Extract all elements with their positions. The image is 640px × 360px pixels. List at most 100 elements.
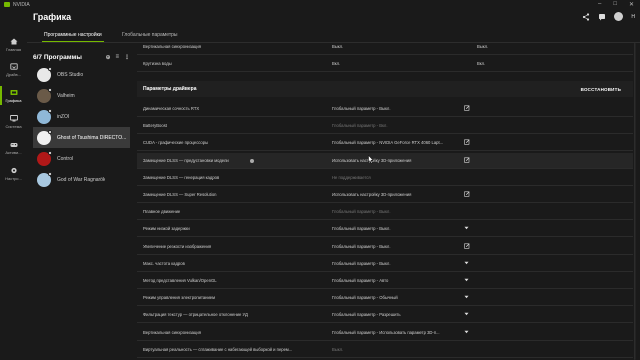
program-item[interactable]: Valheim [33, 85, 130, 106]
row-divider [137, 271, 633, 272]
setting-row[interactable]: Увеличение резкости изображения Глобальны… [137, 239, 633, 254]
setting-name: Замещение DLSS — Super Resolution [143, 192, 217, 197]
setting-value[interactable]: Выкл. [332, 44, 343, 49]
programs-tools: ⊕ ≡ ⋮ [105, 54, 130, 61]
restore-button[interactable]: ВОССТАНОВИТЬ [581, 87, 621, 92]
scrollbar[interactable] [633, 43, 636, 360]
program-status-icon [48, 108, 52, 113]
row-divider [137, 340, 633, 341]
setting-row[interactable]: Режим управления электропитанием Глобальн… [137, 290, 633, 305]
setting-row[interactable]: Метод представления Vulkan/OpenGL Глобаль… [137, 273, 633, 288]
add-program-icon[interactable]: ⊕ [105, 54, 110, 61]
setting-row[interactable]: Фильтрация текстур — отрицательное откло… [137, 307, 633, 322]
setting-value[interactable]: Вкл. [332, 61, 340, 66]
nav-item-4[interactable]: Активи... [0, 135, 27, 160]
row-divider [137, 185, 633, 186]
chevron-down-icon[interactable] [464, 226, 469, 232]
tab-program-settings[interactable]: Программные настройки [42, 32, 104, 42]
nav-item-0[interactable]: Главная [0, 32, 27, 57]
setting-row[interactable]: CUDA - графические процессоры Глобальный … [137, 135, 633, 150]
share-icon[interactable] [582, 12, 590, 21]
row-divider [137, 54, 633, 55]
program-icon [37, 150, 52, 166]
setting-value[interactable]: Глобальный параметр - Разрешить [332, 312, 401, 317]
more-icon[interactable]: ⋮ [124, 54, 130, 61]
row-divider [137, 168, 633, 169]
setting-row[interactable]: Крутизна воды Вкл. Вкл. [137, 56, 633, 71]
setting-name: Увеличение резкости изображения [143, 244, 212, 249]
setting-value[interactable]: Использовать настройку 3D-приложения [332, 192, 411, 197]
row-divider [137, 219, 633, 220]
setting-row[interactable]: Плавное движение Глобальный параметр - Вы… [137, 204, 633, 219]
setting-value[interactable]: Глобальный параметр - Выкл. [332, 261, 391, 266]
edit-icon[interactable] [464, 139, 470, 147]
nav-rail: Главная Драйв... Графика Система Активи... На… [0, 9, 27, 360]
maximize-icon[interactable]: □ [613, 1, 617, 8]
edit-icon[interactable] [464, 105, 470, 113]
close-icon[interactable]: ✕ [629, 1, 634, 8]
setting-row[interactable]: Вертикальная синхронизация Глобальный пар… [137, 325, 633, 340]
row-divider [137, 150, 633, 151]
setting-name: Замещение DLSS — предустановки модели [143, 158, 229, 163]
setting-row[interactable]: Макс. частота кадров Глобальный параметр … [137, 256, 633, 271]
tab-global-settings[interactable]: Глобальные параметры [122, 32, 178, 38]
chevron-down-icon[interactable] [464, 261, 469, 267]
graphics-icon [10, 89, 18, 96]
chevron-down-icon[interactable] [464, 330, 469, 336]
setting-name: Режим управления электропитанием [143, 295, 216, 300]
nav-item-label: Настро... [5, 175, 22, 181]
settings-gear-icon [10, 167, 18, 174]
setting-row[interactable]: Замещение DLSS — Super Resolution Использ… [137, 187, 633, 202]
setting-name: CUDA - графические процессоры [143, 140, 209, 145]
program-item[interactable]: inZOI [33, 106, 130, 127]
program-status-icon [48, 87, 52, 92]
programs-count: 6/7 Программы [33, 53, 82, 61]
nav-item-3[interactable]: Система [0, 109, 27, 134]
edit-icon[interactable] [464, 157, 470, 165]
setting-value[interactable]: Глобальный параметр - Выкл. [332, 106, 391, 111]
program-status-icon [48, 129, 52, 134]
program-item[interactable]: Control [33, 148, 130, 169]
setting-row[interactable]: BatteryBoost Глобальный параметр - Вкл. [137, 118, 633, 133]
setting-value[interactable]: Глобальный параметр - Выкл. [332, 244, 391, 249]
avatar[interactable] [614, 12, 624, 21]
user-name[interactable]: Н [631, 14, 635, 20]
nav-item-1[interactable]: Драйв... [0, 57, 27, 82]
setting-name: Вертикальная синхронизация [143, 44, 201, 49]
setting-value[interactable]: Глобальный параметр - Выкл. [332, 226, 391, 231]
row-divider [137, 133, 633, 134]
minimize-icon[interactable]: – [598, 1, 601, 8]
nav-item-label: Система [5, 123, 22, 129]
program-item[interactable]: Ghost of Tsushima DIRECTO... [33, 127, 130, 148]
nav-item-5[interactable]: Настро... [0, 161, 27, 186]
program-item[interactable]: God of War Ragnarök [33, 169, 130, 190]
setting-value[interactable]: Глобальный параметр - Использовать парам… [332, 330, 440, 335]
program-item[interactable]: OBS Studio [33, 64, 130, 85]
notifications-icon[interactable] [598, 13, 606, 21]
info-icon[interactable] [250, 158, 254, 163]
setting-row[interactable]: Режим низкой задержки Глобальный параметр… [137, 221, 633, 236]
program-status-icon [48, 66, 52, 71]
chevron-down-icon[interactable] [464, 295, 469, 301]
setting-value[interactable]: Глобальный параметр - NVIDIA GeForce RTX… [332, 140, 443, 145]
setting-row[interactable]: Замещение DLSS — генерация кадров Не подд… [137, 170, 633, 185]
program-name: Ghost of Tsushima DIRECTO... [57, 134, 127, 141]
filter-icon[interactable]: ≡ [115, 54, 119, 60]
setting-value[interactable]: Глобальный параметр - Авто [332, 278, 388, 283]
chevron-down-icon[interactable] [464, 312, 469, 318]
setting-row[interactable]: Вертикальная синхронизация Выкл. Выкл. [137, 39, 633, 54]
setting-value: Глобальный параметр - Вкл. [332, 123, 388, 128]
edit-icon[interactable] [464, 243, 470, 251]
setting-row[interactable]: Замещение DLSS — предустановки модели Исп… [137, 153, 633, 168]
edit-icon[interactable] [464, 191, 470, 199]
setting-name: Фильтрация текстур — отрицательное откло… [143, 312, 248, 317]
programs-header: 6/7 Программы ⊕ ≡ ⋮ [33, 50, 130, 64]
setting-row[interactable]: Виртуальная реальность — сглаживание с н… [137, 342, 633, 357]
setting-value[interactable]: Глобальный параметр - Обычный [332, 295, 398, 300]
driver-icon [9, 62, 18, 70]
setting-row[interactable]: Динамическая сочность RTX Глобальный пара… [137, 101, 633, 116]
setting-name: Метод представления Vulkan/OpenGL [143, 278, 217, 283]
settings-panel: Параметры драйвера ВОССТАНОВИТЬ Вертикал… [137, 43, 633, 360]
nav-item-2[interactable]: Графика [0, 83, 27, 108]
chevron-down-icon[interactable] [464, 278, 469, 284]
